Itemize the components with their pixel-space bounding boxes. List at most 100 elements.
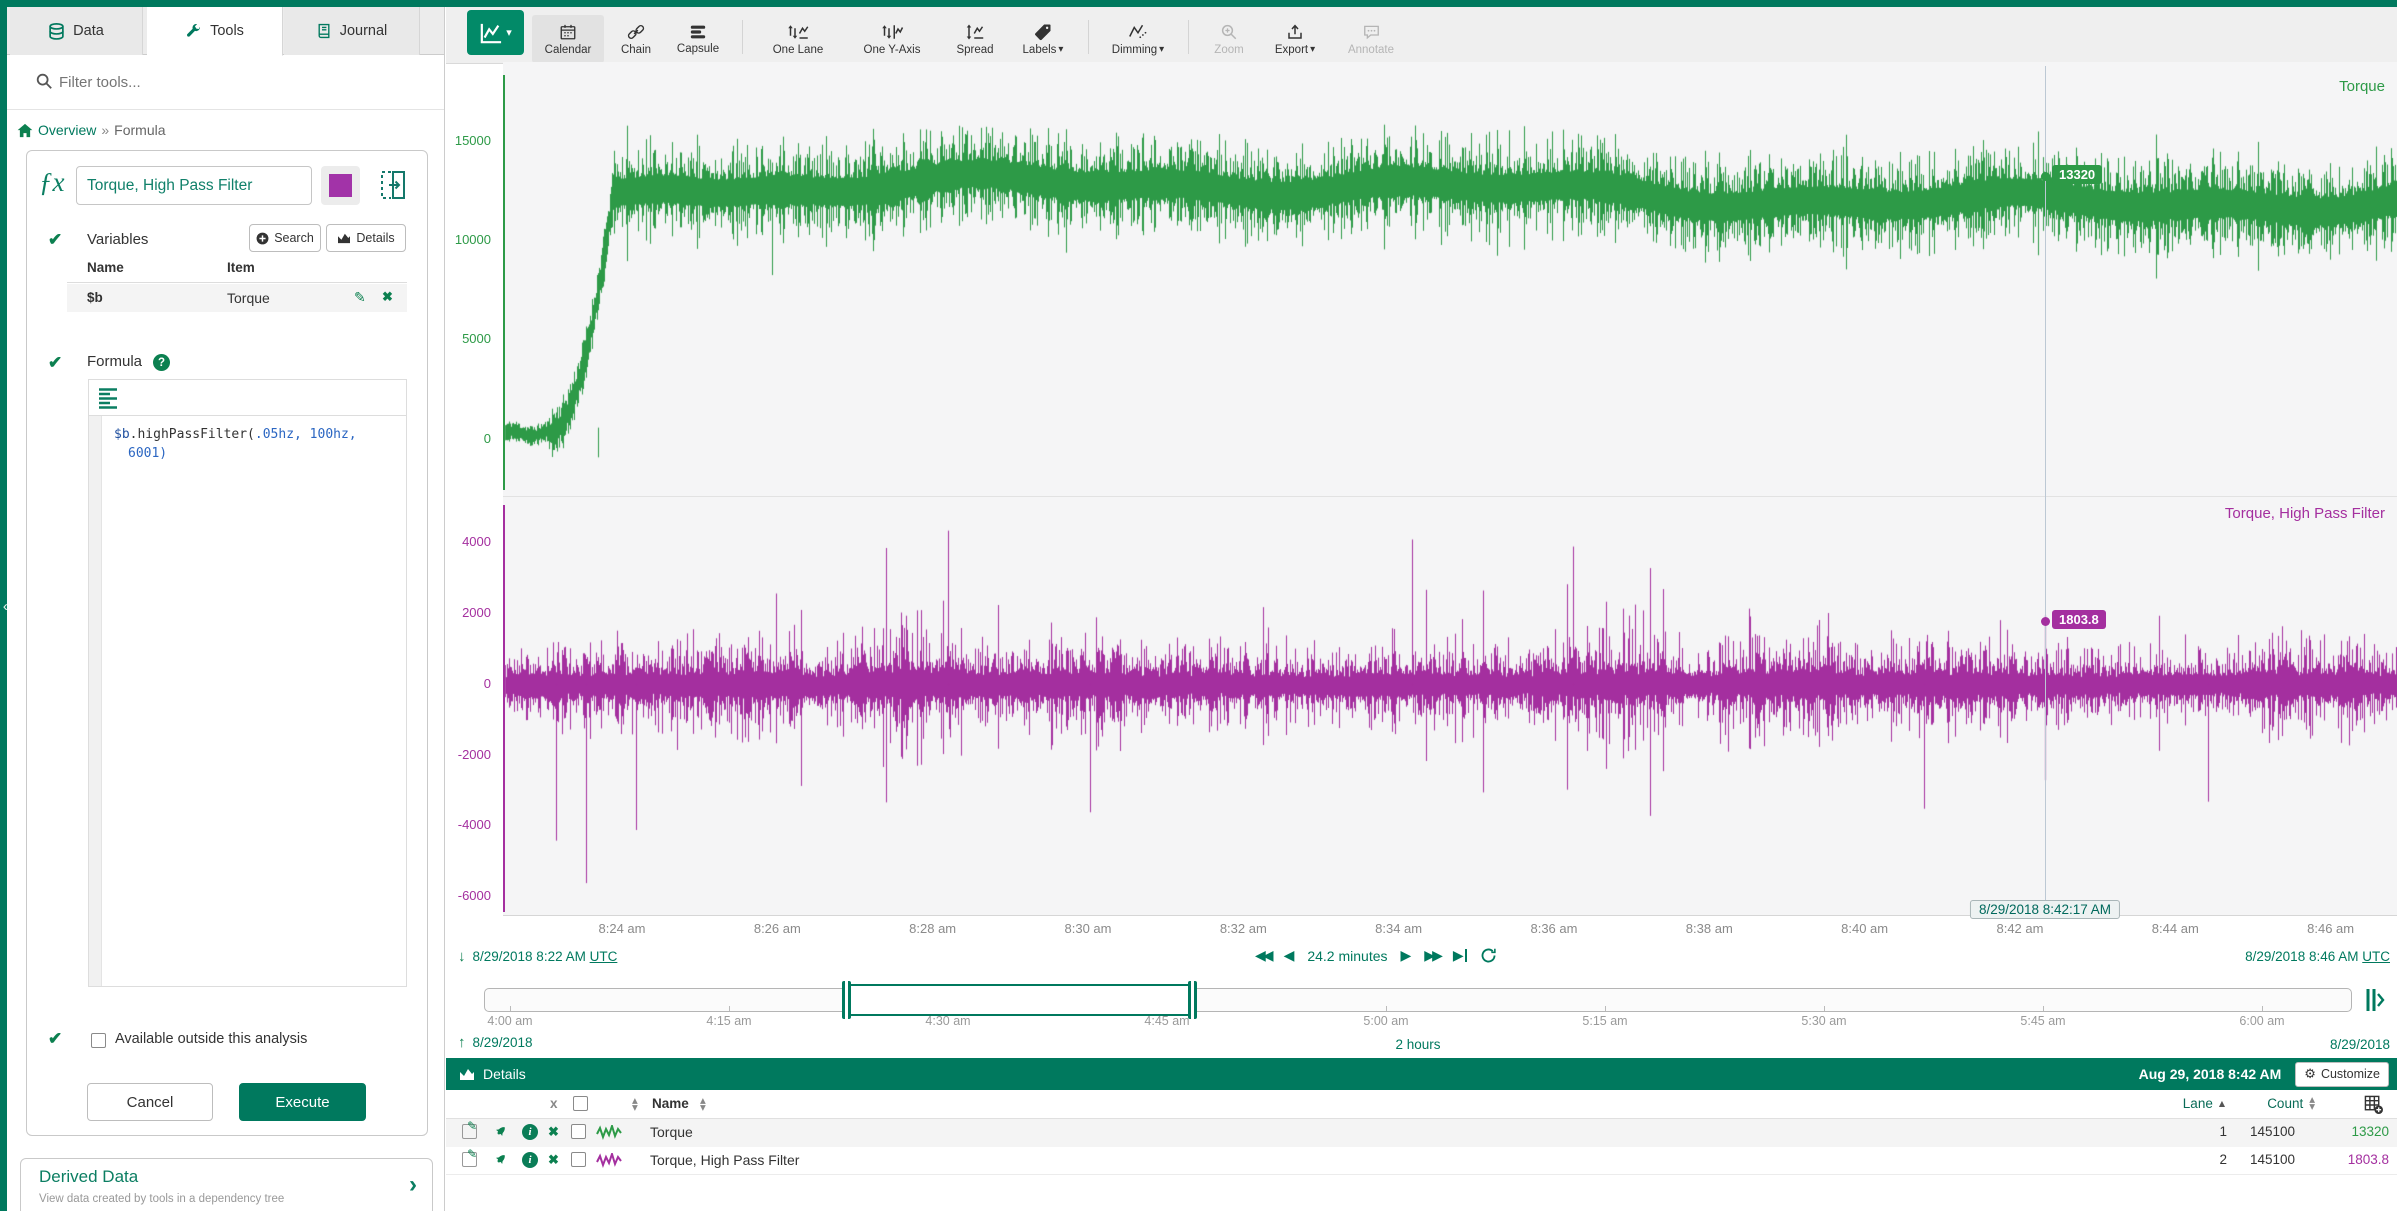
toolbar-separator <box>1188 20 1189 54</box>
step-forward-icon[interactable]: ▶ <box>1401 949 1412 963</box>
toolbar-spread-button[interactable]: Spread <box>944 15 1006 63</box>
step-back-icon[interactable]: ◀ <box>1284 949 1295 963</box>
selection-right-handle[interactable] <box>1188 981 1197 1019</box>
range-start[interactable]: ↓ 8/29/2018 8:22 AM UTC <box>458 948 617 965</box>
lane-column-header[interactable]: Lane▲ <box>2183 1096 2225 1111</box>
execute-button[interactable]: Execute <box>239 1083 366 1121</box>
code-fn: .highPassFilter( <box>130 427 255 442</box>
cursor-timestamp: 8/29/2018 8:42:17 AM <box>1970 900 2120 919</box>
view-mode-button[interactable]: ▾ <box>467 10 524 55</box>
range-end-tz[interactable]: UTC <box>2362 949 2390 964</box>
signal-icon <box>596 1153 622 1169</box>
color-swatch[interactable] <box>329 174 352 197</box>
y-axis-tick-label: 2000 <box>462 605 491 620</box>
variables-label: Variables <box>87 231 148 248</box>
tab-data[interactable]: Data <box>10 7 143 55</box>
remove-icon[interactable]: ✖ <box>548 1124 559 1140</box>
tab-tools[interactable]: Tools <box>147 7 283 56</box>
step-to-end-icon[interactable]: ▶ <box>1453 949 1467 963</box>
x-axis-tick-label: 8:28 am <box>909 921 956 936</box>
filter-tools-input[interactable] <box>59 68 419 96</box>
edit-properties-icon[interactable]: ✎ <box>462 1124 477 1139</box>
investigate-start[interactable]: ↑ 8/29/2018 <box>458 1034 533 1051</box>
help-icon[interactable]: ? <box>153 354 170 371</box>
range-end[interactable]: 8/29/2018 8:46 AM UTC <box>2120 948 2390 964</box>
rocket-icon[interactable] <box>492 1152 508 1168</box>
divider <box>67 282 407 283</box>
calendar-label: Calendar <box>545 44 592 56</box>
count-column-header[interactable]: Count▲▼ <box>2267 1096 2315 1111</box>
customize-button[interactable]: ⚙ Customize <box>2295 1062 2389 1087</box>
info-icon[interactable]: i <box>522 1152 538 1168</box>
row-name[interactable]: Torque, High Pass Filter <box>650 1152 799 1168</box>
sort-icon[interactable]: ▲▼ <box>700 1098 706 1111</box>
selector-tick-label: 4:30 am <box>925 1014 970 1028</box>
select-all-checkbox[interactable] <box>573 1096 588 1111</box>
x-axis-tick-label: 8:44 am <box>2152 921 2199 936</box>
toolbar-export-button[interactable]: Export▾ <box>1264 15 1326 63</box>
breadcrumb-overview-link[interactable]: Overview <box>38 122 96 138</box>
toolbar-one-y-axis-button[interactable]: One Y-Axis <box>846 15 938 63</box>
table-row[interactable]: ✎ i ✖ Torque, High Pass Filter 2 145100 … <box>446 1147 2397 1175</box>
info-icon[interactable]: i <box>522 1124 538 1140</box>
formula-doc-icon[interactable] <box>98 387 118 409</box>
selector-start-date[interactable]: 8/29/2018 <box>473 1035 533 1050</box>
table-row[interactable]: ✎ i ✖ Torque 1 145100 13320 <box>446 1119 2397 1147</box>
cancel-button[interactable]: Cancel <box>87 1083 213 1121</box>
formula-editor[interactable]: $b.highPassFilter(.05hz, 100hz, 6001) <box>88 379 407 987</box>
variable-details-button[interactable]: Details <box>326 224 406 252</box>
x-axis-tick-label: 8:26 am <box>754 921 801 936</box>
remove-all-column[interactable]: x <box>550 1096 558 1111</box>
open-in-new-icon[interactable] <box>379 169 407 201</box>
toolbar-zoom-button[interactable]: Zoom <box>1200 15 1258 63</box>
derived-data-title: Derived Data <box>39 1167 138 1187</box>
selector-tick-mark <box>1386 1006 1387 1011</box>
selection-left-handle[interactable] <box>842 981 851 1019</box>
step-forward-2-icon[interactable]: ▶▶ <box>1424 949 1440 963</box>
selector-end-date-wrap[interactable]: 8/29/2018 <box>2190 1036 2390 1052</box>
edit-properties-icon[interactable]: ✎ <box>462 1152 477 1167</box>
toolbar-capsule-button[interactable]: Capsule <box>667 15 729 63</box>
top-edge-bar <box>0 0 2397 7</box>
toolbar-labels-button[interactable]: Labels▾ <box>1012 15 1074 63</box>
edit-variable-icon[interactable]: ✎ <box>354 289 366 306</box>
tab-journal[interactable]: Journal <box>284 7 420 55</box>
range-start-tz[interactable]: UTC <box>590 949 618 964</box>
cursor-value-lane2: 1803.8 <box>2052 610 2106 629</box>
cursor-point-lane1 <box>2041 172 2050 181</box>
annotate-bubble-icon <box>1362 23 1381 41</box>
selector-end-date[interactable]: 8/29/2018 <box>2330 1037 2390 1052</box>
item-name-input[interactable] <box>76 166 312 205</box>
row-checkbox[interactable] <box>571 1152 586 1167</box>
range-selector-track[interactable] <box>484 988 2352 1012</box>
var-col-name: Name <box>87 260 124 275</box>
toolbar-annotate-button[interactable]: Annotate <box>1332 15 1410 63</box>
sort-icon[interactable]: ▲▼ <box>632 1098 638 1111</box>
var-col-item: Item <box>227 260 255 275</box>
row-checkbox[interactable] <box>571 1124 586 1139</box>
range-step-icon[interactable] <box>2360 986 2390 1014</box>
lane2-title: Torque, High Pass Filter <box>2225 505 2385 522</box>
one-y-axis-icon <box>879 23 905 41</box>
remove-icon[interactable]: ✖ <box>548 1152 559 1168</box>
toolbar-calendar-button[interactable]: Calendar <box>532 15 604 63</box>
trend-chart-canvas[interactable] <box>503 62 2397 915</box>
toolbar-chain-button[interactable]: Chain <box>610 15 662 63</box>
range-start-label[interactable]: 8/29/2018 8:22 AM <box>473 949 586 964</box>
variable-search-button[interactable]: Search <box>249 224 321 252</box>
remove-variable-icon[interactable]: ✖ <box>382 289 393 305</box>
duration-label[interactable]: 24.2 minutes <box>1307 948 1387 964</box>
toolbar-one-lane-button[interactable]: One Lane <box>756 15 840 63</box>
add-column-icon[interactable] <box>2364 1095 2383 1114</box>
available-checkbox[interactable] <box>91 1033 106 1048</box>
row-name[interactable]: Torque <box>650 1124 693 1140</box>
derived-data-panel[interactable]: Derived Data View data created by tools … <box>20 1158 433 1211</box>
step-back-2-icon[interactable]: ◀◀ <box>1255 949 1271 963</box>
range-end-label[interactable]: 8/29/2018 8:46 AM <box>2245 949 2358 964</box>
range-selection[interactable] <box>845 984 1194 1016</box>
rocket-icon[interactable] <box>492 1124 508 1140</box>
formula-code[interactable]: $b.highPassFilter(.05hz, 100hz, 6001) <box>114 425 357 463</box>
refresh-icon[interactable] <box>1480 947 1497 964</box>
toolbar-dimming-button[interactable]: Dimming▾ <box>1100 15 1176 63</box>
name-column-header[interactable]: Name <box>652 1096 689 1111</box>
